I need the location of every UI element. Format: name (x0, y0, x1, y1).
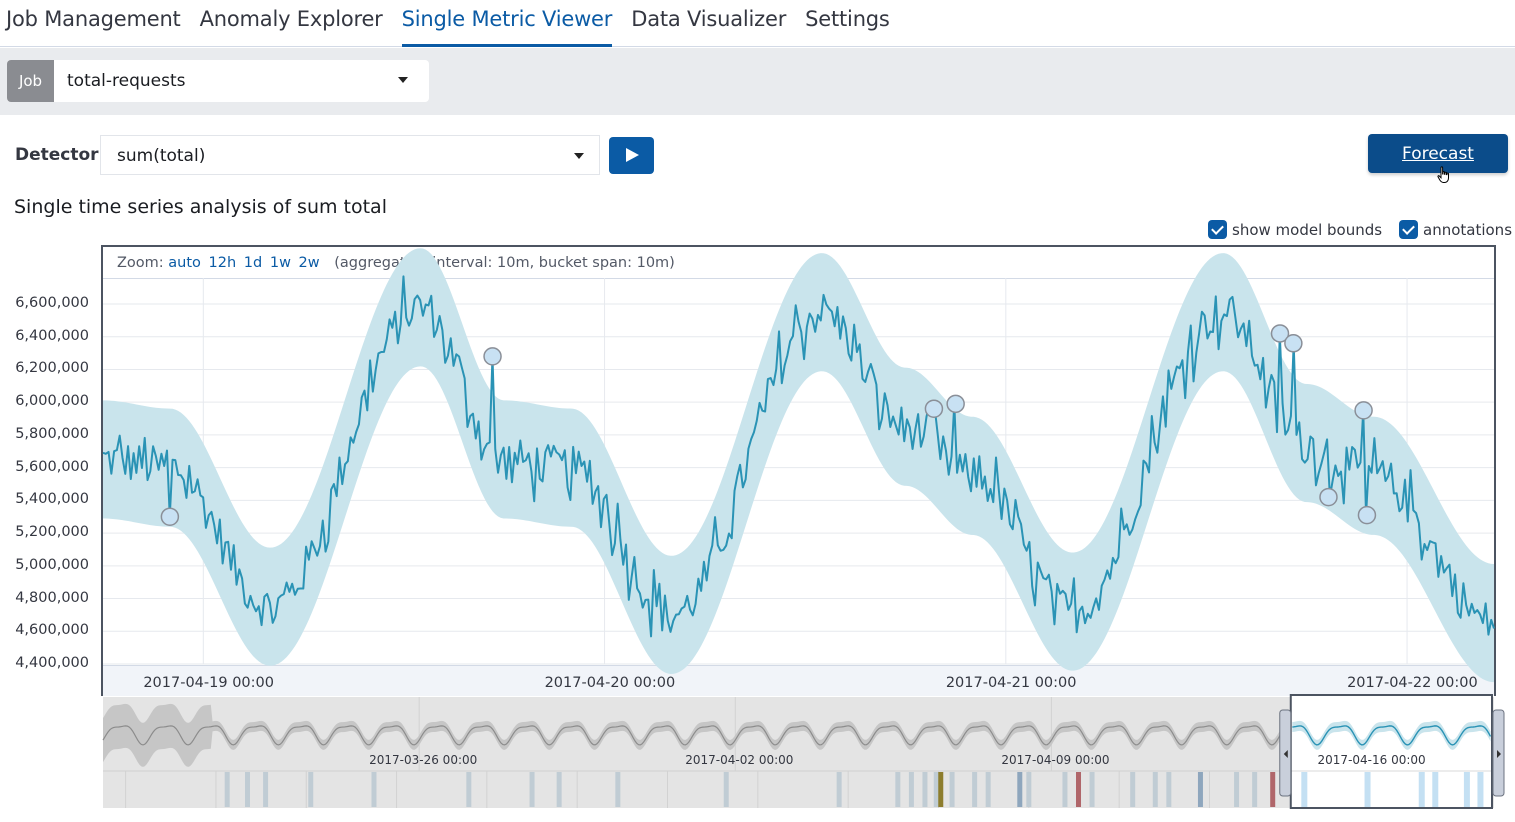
swimlane-cell (1270, 772, 1276, 807)
swimlane-cell (371, 772, 377, 807)
context-x-tick-label: 2017-04-16 00:00 (1317, 753, 1426, 767)
selected-swimlane-cell (1463, 772, 1470, 807)
swimlane-cell (949, 772, 955, 807)
selected-swimlane-cell (1301, 772, 1308, 807)
selected-swimlane-cell (1418, 772, 1425, 807)
context-chart[interactable] (0, 0, 1515, 822)
swimlane-cell (1026, 772, 1032, 807)
swimlane-cell (1252, 772, 1258, 807)
selected-swimlane-cell (1477, 772, 1484, 807)
swimlane-cell (1234, 772, 1240, 807)
swimlane-cell (615, 772, 621, 807)
swimlane-cell (1130, 772, 1136, 807)
swimlane-cell (1076, 772, 1082, 807)
swimlane-cell (1197, 772, 1203, 807)
swimlane-cell (224, 772, 230, 807)
context-x-tick-label: 2017-03-26 00:00 (369, 753, 478, 767)
swimlane-cell (933, 772, 939, 807)
swimlane-cell (1062, 772, 1068, 807)
swimlane-cell (723, 772, 729, 807)
swimlane-cell (529, 772, 535, 807)
swimlane-cell (972, 772, 978, 807)
swimlane-cell (985, 772, 991, 807)
swimlane-cell (308, 772, 314, 807)
swimlane-cell (1089, 772, 1095, 807)
swimlane-cell (908, 772, 914, 807)
swimlane-cell (1017, 772, 1023, 807)
context-x-tick-label: 2017-04-02 00:00 (685, 753, 794, 767)
brush-selection-bg (1290, 695, 1492, 808)
swimlane-cell (1152, 772, 1158, 807)
swimlane-cell (1166, 772, 1172, 807)
swimlane-cell (938, 772, 944, 807)
swimlane-cell (263, 772, 269, 807)
swimlane-cell (466, 772, 472, 807)
swimlane-cell (836, 772, 842, 807)
selected-swimlane-cell (1364, 772, 1371, 807)
selected-swimlane-cell (1432, 772, 1439, 807)
swimlane-cell (245, 772, 251, 807)
swimlane-cell (895, 772, 901, 807)
swimlane-cell (922, 772, 928, 807)
swimlane-cell (556, 772, 562, 807)
context-x-tick-label: 2017-04-09 00:00 (1001, 753, 1110, 767)
